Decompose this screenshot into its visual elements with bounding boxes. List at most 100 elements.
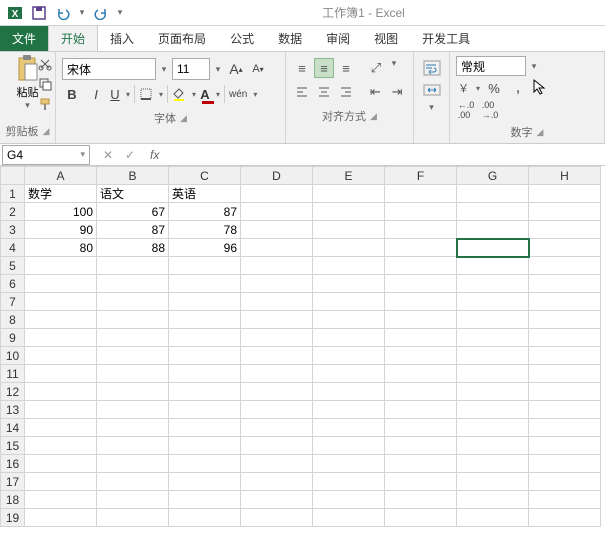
column-header-A[interactable]: A	[25, 167, 97, 185]
cell-F16[interactable]	[385, 455, 457, 473]
cell-D10[interactable]	[241, 347, 313, 365]
save-icon[interactable]	[28, 2, 50, 24]
cell-H9[interactable]	[529, 329, 601, 347]
cell-B18[interactable]	[97, 491, 169, 509]
cell-A10[interactable]	[25, 347, 97, 365]
cell-D17[interactable]	[241, 473, 313, 491]
cell-H7[interactable]	[529, 293, 601, 311]
cell-C14[interactable]	[169, 419, 241, 437]
phonetic-button[interactable]: wén	[229, 84, 257, 104]
merge-icon[interactable]	[422, 80, 442, 100]
cell-F17[interactable]	[385, 473, 457, 491]
cell-E14[interactable]	[313, 419, 385, 437]
cell-A12[interactable]	[25, 383, 97, 401]
cell-A16[interactable]	[25, 455, 97, 473]
cell-A17[interactable]	[25, 473, 97, 491]
align-center-icon[interactable]	[314, 82, 334, 102]
font-color-button[interactable]: A	[200, 84, 220, 104]
cell-B9[interactable]	[97, 329, 169, 347]
cell-A11[interactable]	[25, 365, 97, 383]
row-header-16[interactable]: 16	[1, 455, 25, 473]
cell-C2[interactable]: 87	[169, 203, 241, 221]
row-header-15[interactable]: 15	[1, 437, 25, 455]
row-header-11[interactable]: 11	[1, 365, 25, 383]
cell-F13[interactable]	[385, 401, 457, 419]
cell-B8[interactable]	[97, 311, 169, 329]
cell-E19[interactable]	[313, 509, 385, 527]
tab-审阅[interactable]: 审阅	[314, 26, 362, 51]
cell-B10[interactable]	[97, 347, 169, 365]
fill-color-button[interactable]	[172, 84, 196, 104]
cell-C11[interactable]	[169, 365, 241, 383]
cell-C13[interactable]	[169, 401, 241, 419]
cell-E4[interactable]	[313, 239, 385, 257]
row-header-7[interactable]: 7	[1, 293, 25, 311]
percent-format-icon[interactable]: %	[484, 78, 504, 98]
cell-F10[interactable]	[385, 347, 457, 365]
orientation-dropdown-icon[interactable]: ▾	[388, 58, 400, 78]
cell-G8[interactable]	[457, 311, 529, 329]
cell-C17[interactable]	[169, 473, 241, 491]
cell-C4[interactable]: 96	[169, 239, 241, 257]
tab-公式[interactable]: 公式	[218, 26, 266, 51]
row-header-12[interactable]: 12	[1, 383, 25, 401]
cell-B15[interactable]	[97, 437, 169, 455]
cell-D5[interactable]	[241, 257, 313, 275]
cell-D19[interactable]	[241, 509, 313, 527]
cell-F12[interactable]	[385, 383, 457, 401]
cell-E5[interactable]	[313, 257, 385, 275]
cell-G3[interactable]	[457, 221, 529, 239]
row-header-13[interactable]: 13	[1, 401, 25, 419]
cell-A18[interactable]	[25, 491, 97, 509]
column-header-B[interactable]: B	[97, 167, 169, 185]
cell-B17[interactable]	[97, 473, 169, 491]
cell-A6[interactable]	[25, 275, 97, 293]
align-middle-icon[interactable]: ≡	[314, 58, 334, 78]
cell-E18[interactable]	[313, 491, 385, 509]
cell-D12[interactable]	[241, 383, 313, 401]
cell-E9[interactable]	[313, 329, 385, 347]
cell-F3[interactable]	[385, 221, 457, 239]
cell-E11[interactable]	[313, 365, 385, 383]
cell-D18[interactable]	[241, 491, 313, 509]
cell-D3[interactable]	[241, 221, 313, 239]
cell-D9[interactable]	[241, 329, 313, 347]
cell-H18[interactable]	[529, 491, 601, 509]
row-header-14[interactable]: 14	[1, 419, 25, 437]
cell-E3[interactable]	[313, 221, 385, 239]
italic-button[interactable]: I	[86, 84, 106, 104]
row-header-18[interactable]: 18	[1, 491, 25, 509]
row-header-4[interactable]: 4	[1, 239, 25, 257]
font-size-select[interactable]: 11	[172, 58, 210, 80]
clipboard-launcher-icon[interactable]: ◢	[43, 126, 50, 137]
cell-G7[interactable]	[457, 293, 529, 311]
format-painter-icon[interactable]	[37, 96, 53, 112]
align-top-icon[interactable]: ≡	[292, 58, 312, 78]
merge-dropdown-icon[interactable]: ▾	[426, 102, 438, 113]
row-header-19[interactable]: 19	[1, 509, 25, 527]
cell-A15[interactable]	[25, 437, 97, 455]
cell-D1[interactable]	[241, 185, 313, 203]
cell-D7[interactable]	[241, 293, 313, 311]
cell-H5[interactable]	[529, 257, 601, 275]
font-name-dropdown-icon[interactable]: ▾	[158, 64, 170, 75]
row-header-3[interactable]: 3	[1, 221, 25, 239]
cell-G6[interactable]	[457, 275, 529, 293]
cell-D2[interactable]	[241, 203, 313, 221]
cell-H17[interactable]	[529, 473, 601, 491]
number-format-dropdown-icon[interactable]: ▾	[528, 61, 540, 72]
cell-A8[interactable]	[25, 311, 97, 329]
tab-页面布局[interactable]: 页面布局	[146, 26, 218, 51]
column-header-E[interactable]: E	[313, 167, 385, 185]
select-all-corner[interactable]	[1, 167, 25, 185]
cell-G14[interactable]	[457, 419, 529, 437]
column-header-H[interactable]: H	[529, 167, 601, 185]
cell-C7[interactable]	[169, 293, 241, 311]
cell-G10[interactable]	[457, 347, 529, 365]
cell-H19[interactable]	[529, 509, 601, 527]
cell-A5[interactable]	[25, 257, 97, 275]
row-header-5[interactable]: 5	[1, 257, 25, 275]
cell-H12[interactable]	[529, 383, 601, 401]
increase-decimal-icon[interactable]: ←.0.00	[456, 100, 476, 120]
cell-D8[interactable]	[241, 311, 313, 329]
